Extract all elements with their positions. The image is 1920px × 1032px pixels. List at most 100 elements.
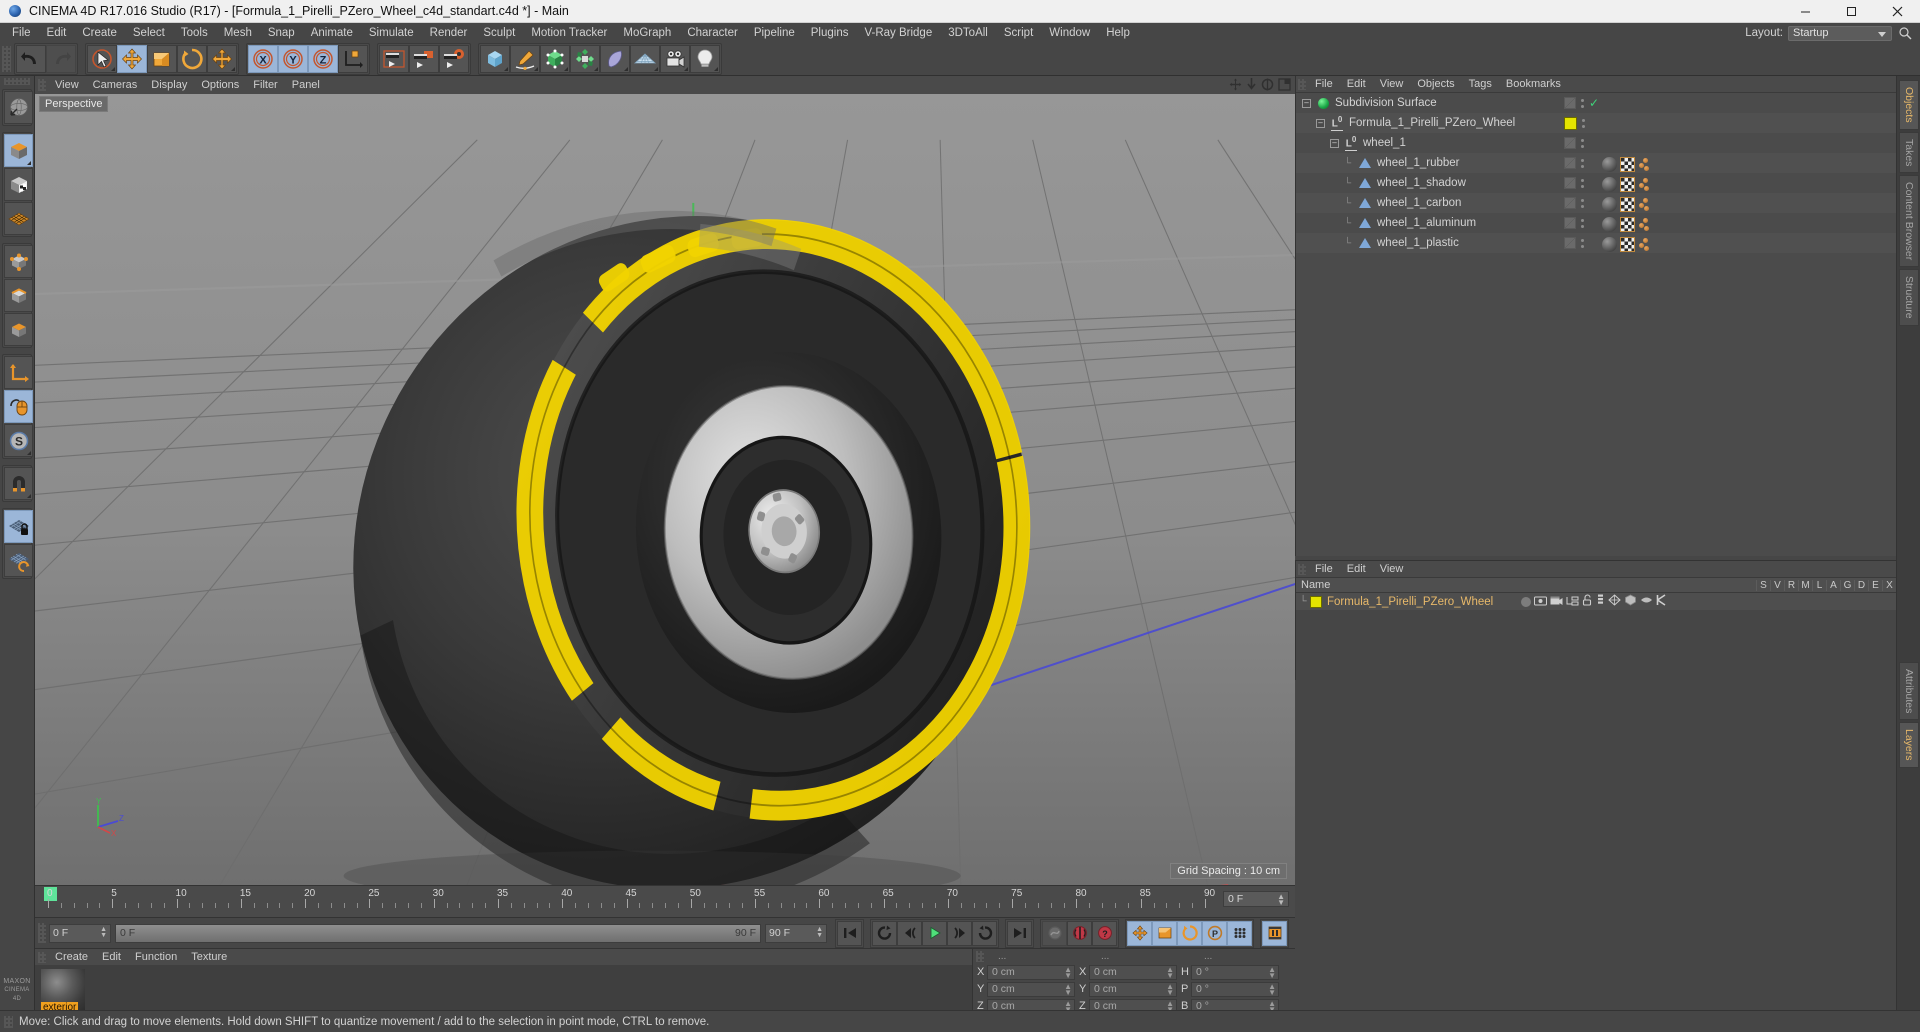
layer-column-s[interactable]: S — [1756, 579, 1770, 591]
menu-item-mesh[interactable]: Mesh — [216, 24, 260, 42]
object-axis-button[interactable] — [4, 356, 33, 389]
left-toolbar-grip[interactable] — [4, 78, 30, 85]
toolbar-grip[interactable] — [2, 46, 11, 72]
menu-item-create[interactable]: Create — [74, 24, 125, 42]
autokey-button[interactable] — [1042, 920, 1067, 946]
coord-pos-y-input[interactable]: 0 cm ▲ ▼ — [987, 981, 1075, 997]
selection-tag-icon[interactable] — [1638, 157, 1651, 172]
uvw-tag-icon[interactable] — [1620, 216, 1635, 232]
tab-objects[interactable]: Objects — [1899, 80, 1919, 130]
selection-tag-icon[interactable] — [1638, 197, 1651, 212]
layer-column-l[interactable]: L — [1812, 579, 1826, 591]
object-row[interactable]: – L0 wheel_1 — [1296, 133, 1896, 153]
viewport-solo-button[interactable] — [4, 390, 33, 423]
redo-button[interactable] — [46, 45, 76, 73]
viewport-menu-cameras[interactable]: Cameras — [86, 78, 145, 92]
tab-layers[interactable]: Layers — [1899, 722, 1919, 768]
end-frame-input[interactable]: 90 F ▲ ▼ — [765, 923, 827, 943]
object-visibility-chip[interactable] — [1564, 237, 1576, 249]
lock-x-button[interactable]: X — [248, 45, 278, 73]
camera-button[interactable] — [660, 45, 690, 73]
rotate-button[interactable] — [177, 45, 207, 73]
render-region-button[interactable] — [409, 45, 439, 73]
coord-pos-x-input[interactable]: 0 cm ▲ ▼ — [987, 964, 1075, 980]
menu-item-help[interactable]: Help — [1098, 24, 1138, 42]
layer-menu-view[interactable]: View — [1373, 563, 1411, 575]
layer-manager-icon[interactable] — [1566, 595, 1579, 609]
object-layer-color-swatch[interactable] — [1564, 116, 1577, 130]
layer-column-d[interactable]: D — [1854, 579, 1868, 591]
menu-item-vray-bridge[interactable]: V-Ray Bridge — [856, 24, 940, 42]
timeline-ruler[interactable]: 0 5 10 15 20 25 30 35 40 45 50 55 60 65 70 75 80 85 90 — [44, 886, 1215, 916]
viewport-menu-panel[interactable]: Panel — [285, 78, 327, 92]
coord-size-x-input[interactable]: 0 cm ▲ ▼ — [1089, 964, 1177, 980]
layer-column-g[interactable]: G — [1840, 579, 1854, 591]
selection-tag-icon[interactable] — [1638, 177, 1651, 192]
object-row[interactable]: └ wheel_1_shadow — [1296, 173, 1896, 193]
material-menu-create[interactable]: Create — [48, 951, 95, 963]
lock-z-button[interactable]: Z — [308, 45, 338, 73]
timeline-button[interactable] — [1262, 920, 1287, 946]
layer-color-swatch[interactable] — [1310, 595, 1322, 608]
viewport-menu-view[interactable]: View — [48, 78, 86, 92]
uvw-tag-icon[interactable] — [1620, 236, 1635, 252]
viewport-menu-options[interactable]: Options — [194, 78, 246, 92]
material-tag-icon[interactable] — [1602, 156, 1617, 172]
layer-menu-file[interactable]: File — [1308, 563, 1340, 575]
next-frame-button[interactable] — [947, 920, 972, 946]
maximize-button[interactable] — [1828, 0, 1874, 23]
object-enable-dots[interactable] — [1580, 98, 1585, 108]
material-tag-icon[interactable] — [1602, 176, 1617, 192]
layer-solo-icon[interactable] — [1521, 596, 1531, 607]
object-visibility-chip[interactable] — [1564, 97, 1576, 109]
layer-column-v[interactable]: V — [1770, 579, 1784, 591]
tab-structure[interactable]: Structure — [1899, 269, 1919, 326]
timeline-end-frame-field[interactable]: 0 F ▲ ▼ — [1223, 891, 1289, 907]
mograph-button[interactable] — [570, 45, 600, 73]
tree-expand-icon[interactable]: – — [1316, 118, 1325, 128]
layer-menu-edit[interactable]: Edit — [1340, 563, 1373, 575]
undo-view-button[interactable] — [4, 91, 33, 124]
menu-item-snap[interactable]: Snap — [260, 24, 303, 42]
object-menu-tags[interactable]: Tags — [1462, 78, 1499, 90]
record-scale-button[interactable] — [1152, 920, 1177, 946]
menu-item-file[interactable]: File — [4, 24, 39, 42]
status-bar-grip[interactable] — [4, 1015, 13, 1028]
layer-animation-icon[interactable] — [1596, 594, 1605, 609]
world-object-coord-button[interactable] — [338, 45, 368, 73]
material-tag-icon[interactable] — [1602, 196, 1617, 212]
render-view-button[interactable] — [379, 45, 409, 73]
model-mode-button[interactable] — [4, 134, 33, 167]
material-swatch-area[interactable]: exterior — [35, 965, 972, 1013]
object-row[interactable]: – L0 Formula_1_Pirelli_PZero_Wheel — [1296, 113, 1896, 133]
material-menu-edit[interactable]: Edit — [95, 951, 128, 963]
object-enable-dots[interactable] — [1581, 118, 1586, 128]
selection-tag-icon[interactable] — [1638, 237, 1651, 252]
layer-deformers-icon[interactable] — [1624, 594, 1637, 609]
tab-attributes[interactable]: Attributes — [1899, 662, 1919, 721]
rotate-view-icon[interactable] — [1261, 78, 1274, 94]
go-to-start-button[interactable] — [837, 920, 862, 946]
generator-button[interactable] — [540, 45, 570, 73]
deformer-button[interactable] — [600, 45, 630, 73]
material-chip-exterior[interactable]: exterior — [41, 969, 85, 1013]
object-enabled-check-icon[interactable]: ✓ — [1589, 97, 1599, 109]
material-menu-function[interactable]: Function — [128, 951, 184, 963]
tree-expand-icon[interactable]: – — [1330, 138, 1339, 148]
layer-generators-icon[interactable] — [1608, 594, 1621, 609]
object-row[interactable]: – Subdivision Surface ✓ — [1296, 93, 1896, 113]
menu-item-tools[interactable]: Tools — [173, 24, 216, 42]
record-rotation-button[interactable] — [1177, 920, 1202, 946]
uvw-tag-icon[interactable] — [1620, 196, 1635, 212]
previous-frame-button[interactable] — [897, 920, 922, 946]
snap-s-button[interactable]: S — [4, 424, 33, 457]
menu-item-edit[interactable]: Edit — [39, 24, 75, 42]
record-pla-button[interactable]: P — [1202, 920, 1227, 946]
layer-column-m[interactable]: M — [1798, 579, 1812, 591]
primitive-cube-button[interactable] — [480, 45, 510, 73]
planar-workplane-button[interactable] — [4, 544, 33, 577]
menu-item-mograph[interactable]: MoGraph — [615, 24, 679, 42]
object-visibility-chip[interactable] — [1564, 197, 1576, 209]
move-duplicate-button[interactable] — [207, 45, 237, 73]
object-row[interactable]: └ wheel_1_aluminum — [1296, 213, 1896, 233]
